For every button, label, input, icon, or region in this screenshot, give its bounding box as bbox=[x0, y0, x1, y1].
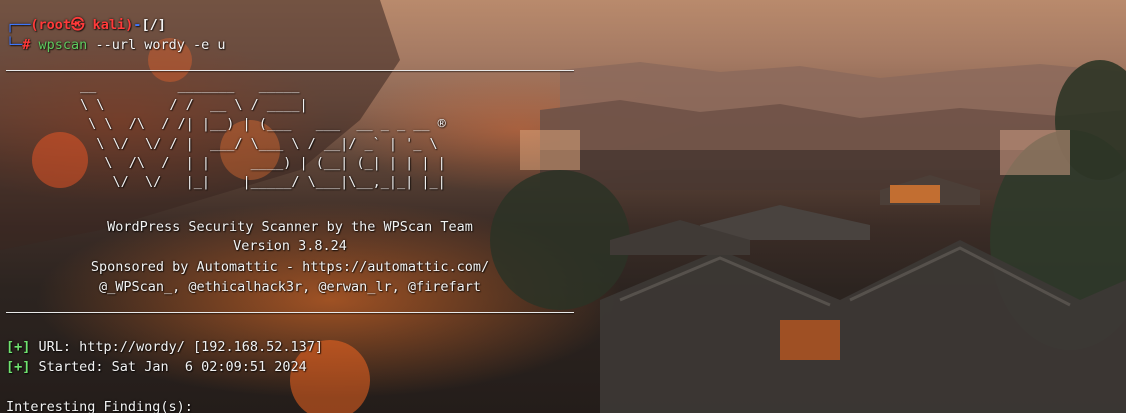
findings-heading: Interesting Finding(s): bbox=[6, 399, 193, 413]
prompt-user-host: (root㉿ kali) bbox=[30, 17, 134, 33]
command-flag: --url bbox=[95, 37, 137, 53]
prompt-corner-bottom: └─ bbox=[6, 37, 23, 53]
prompt-hash: # bbox=[22, 37, 31, 53]
command-name: wpscan bbox=[38, 37, 88, 53]
result-url-line: [+] URL: http://wordy/ [192.168.52.137] bbox=[6, 338, 323, 358]
prompt-line-2: └─# wpscan --url wordy -e u bbox=[6, 36, 226, 56]
banner-credits: @_WPScan_, @ethicalhack3r, @erwan_lr, @f… bbox=[98, 279, 481, 295]
separator-bottom bbox=[6, 312, 574, 313]
status-tag-plus: [+] bbox=[6, 339, 31, 355]
wpscan-ascii-logo: __ _______ _____ \ \ / / __ \ / ____| \ … bbox=[80, 78, 446, 191]
separator-top bbox=[6, 70, 574, 71]
banner-tagline: WordPress Security Scanner by the WPScan… bbox=[107, 219, 473, 235]
terminal-output[interactable]: ┌──(root㉿ kali)-[/] └─# wpscan --url wor… bbox=[0, 0, 1126, 413]
result-started-line: [+] Started: Sat Jan 6 02:09:51 2024 bbox=[6, 358, 307, 378]
result-url-text: URL: http://wordy/ [192.168.52.137] bbox=[38, 339, 324, 355]
prompt-corner-top: ┌── bbox=[6, 17, 31, 33]
command-args: wordy -e u bbox=[144, 37, 226, 53]
status-tag-plus: [+] bbox=[6, 359, 31, 375]
banner-version: Version 3.8.24 bbox=[233, 238, 347, 254]
prompt-line-1: ┌──(root㉿ kali)-[/] bbox=[6, 16, 166, 36]
prompt-cwd: [/] bbox=[141, 17, 166, 33]
result-started-text: Started: Sat Jan 6 02:09:51 2024 bbox=[38, 359, 307, 375]
terminal-window[interactable]: ┌──(root㉿ kali)-[/] └─# wpscan --url wor… bbox=[0, 0, 1126, 413]
banner-sponsor: Sponsored by Automattic - https://automa… bbox=[90, 259, 490, 275]
